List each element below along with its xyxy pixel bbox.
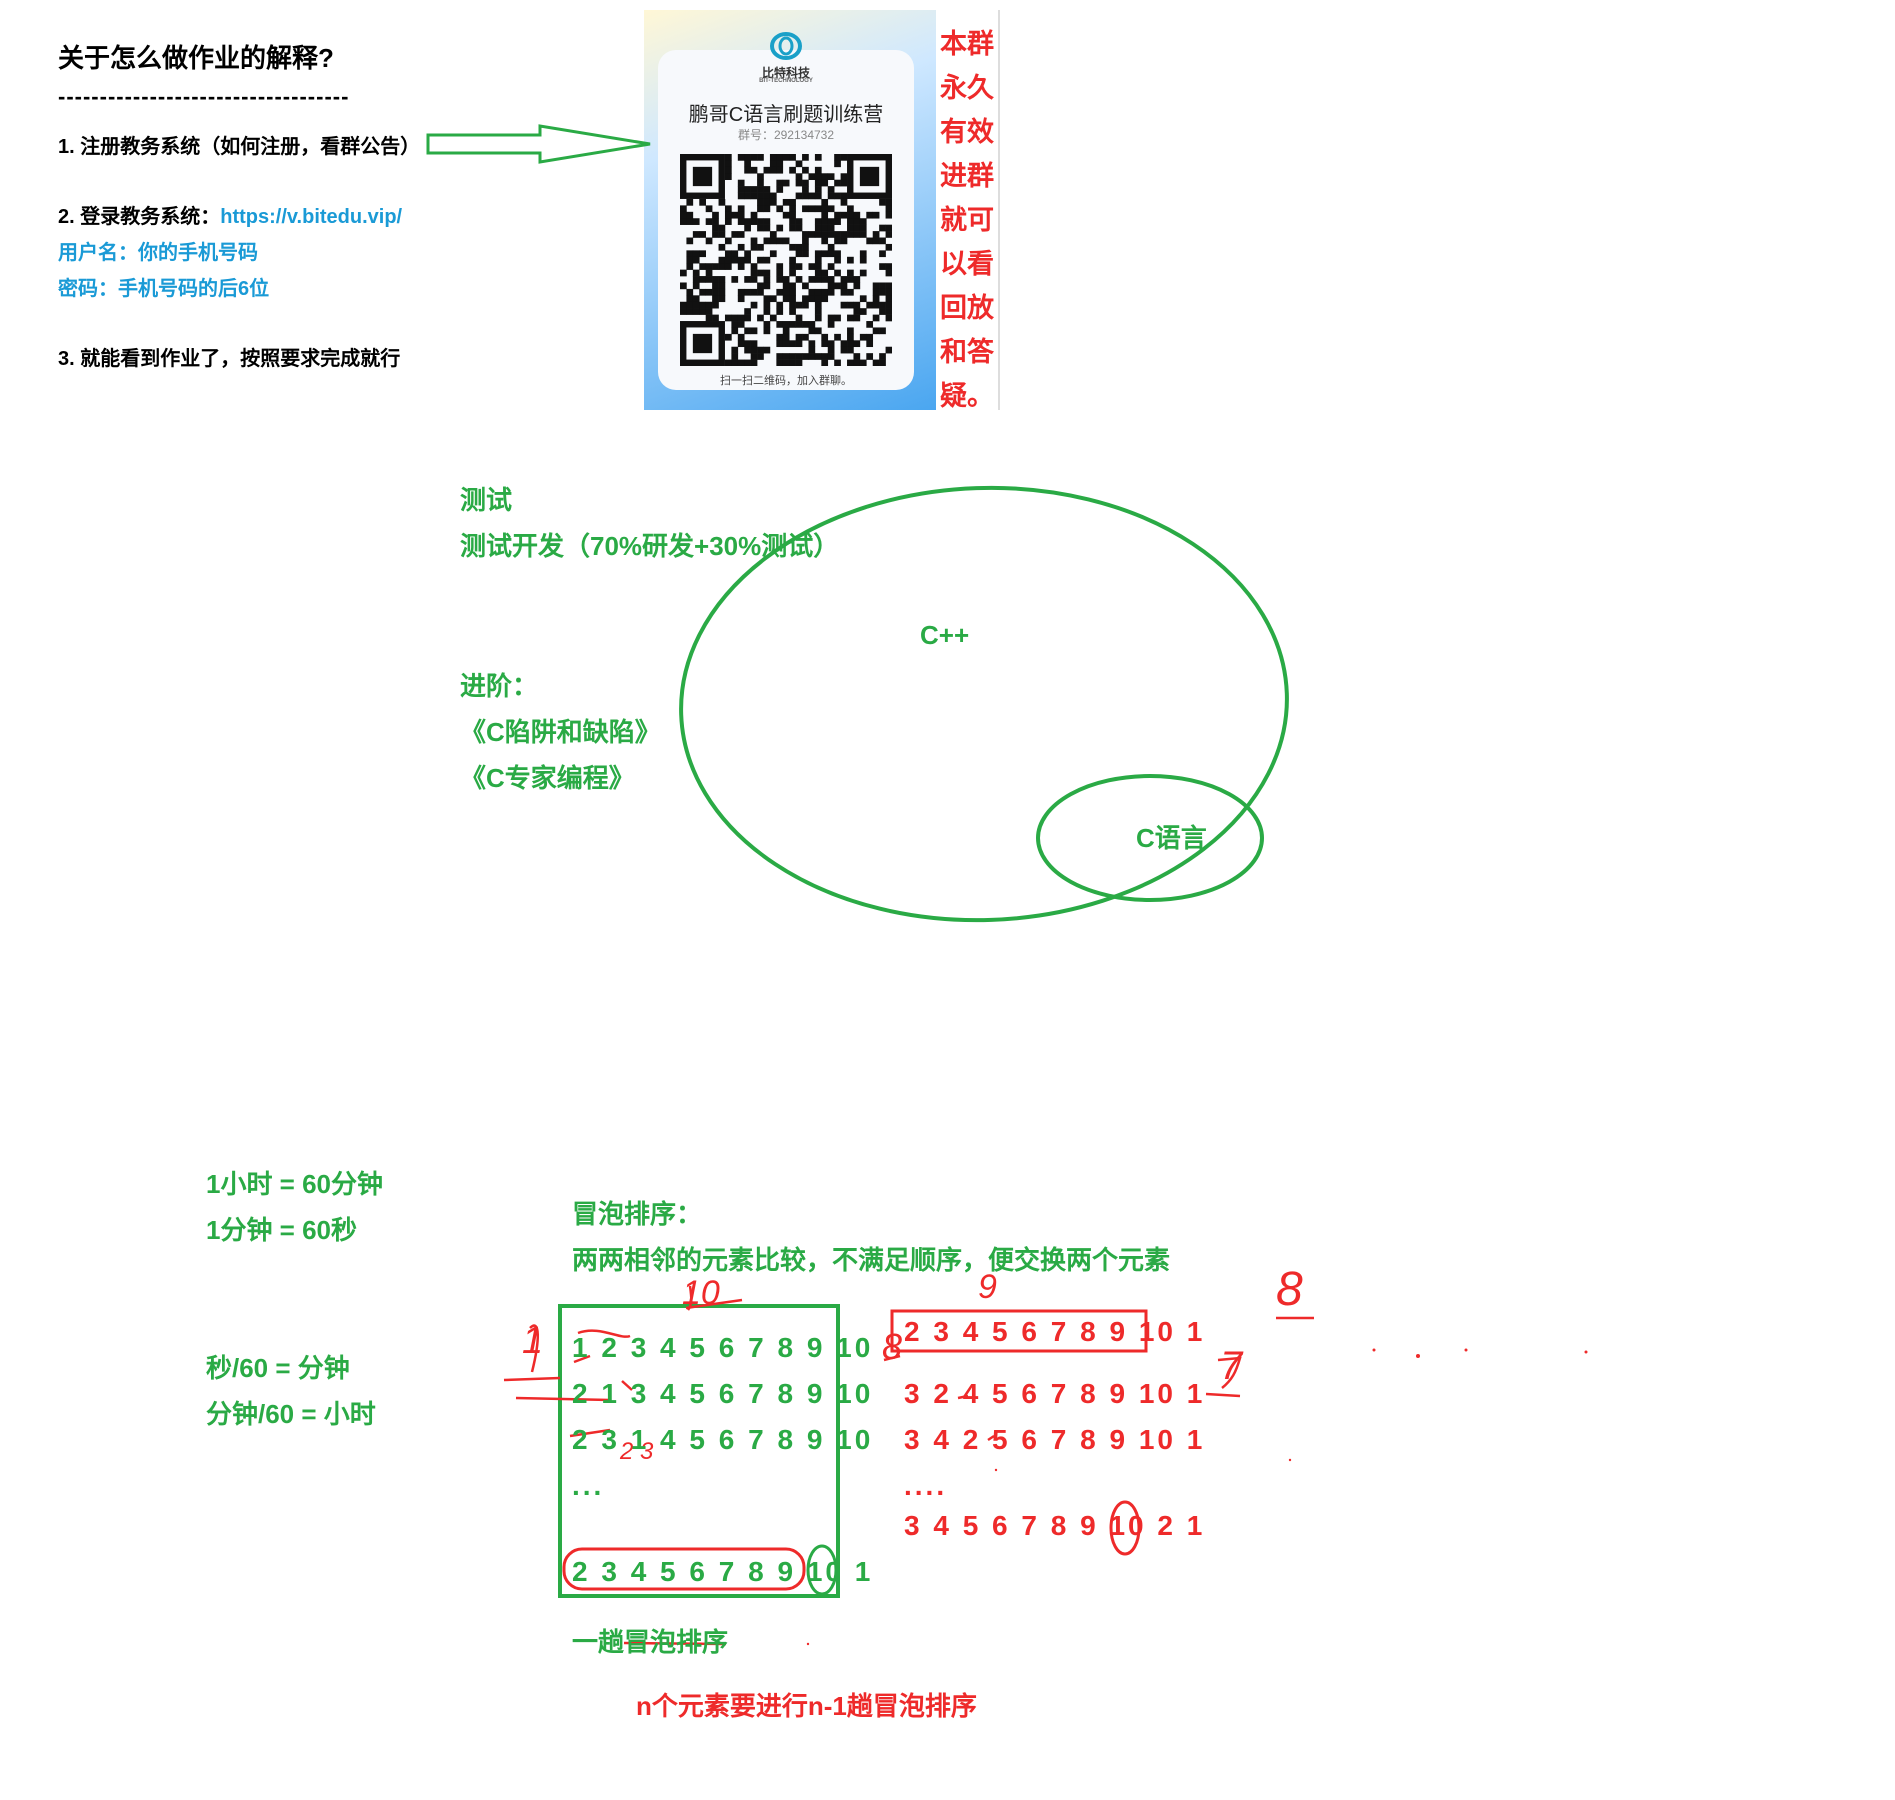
handwritten-eight: 8 — [1276, 1263, 1303, 1316]
handwritten-left-top: 10 — [682, 1274, 720, 1312]
advanced-label: 进阶： — [460, 671, 539, 701]
right-row: 3 4 2 5 6 7 8 9 10 1 — [904, 1424, 1206, 1455]
handwritten-right-side: 8 — [882, 1326, 903, 1367]
venn-outer-label: C++ — [920, 620, 970, 650]
bubble-sort-description: 两两相邻的元素比较，不满足顺序，便交换两个元素 — [572, 1245, 1171, 1275]
right-row: .... — [904, 1470, 948, 1501]
pass-label: 一趟冒泡排序 — [572, 1627, 729, 1657]
bubble-sort-heading: 冒泡排序： — [572, 1199, 703, 1229]
left-row: ... — [572, 1470, 605, 1501]
time-note-1: 1小时 = 60分钟 — [206, 1169, 384, 1199]
test-dev-label: 测试开发（70%研发+30%测试） — [460, 531, 840, 561]
left-row: 2 3 4 5 6 7 8 9 10 1 — [572, 1556, 874, 1587]
right-row: 3 4 5 6 7 8 9 10 2 1 — [904, 1510, 1206, 1541]
left-row: 2 3 1 4 5 6 7 8 9 10 — [572, 1424, 874, 1455]
left-row: 2 1 3 4 5 6 7 8 9 10 — [572, 1378, 874, 1409]
right-row: 3 2 4 5 6 7 8 9 10 1 — [904, 1378, 1206, 1409]
right-row: 2 3 4 5 6 7 8 9 10 1 — [904, 1316, 1206, 1347]
time-note-2: 1分钟 = 60秒 — [206, 1215, 358, 1245]
bubble-sort-conclusion: n个元素要进行n-1趟冒泡排序 — [636, 1691, 977, 1721]
handwritten-left-side: 1 — [522, 1320, 544, 1362]
time-note-3: 秒/60 = 分钟 — [206, 1353, 350, 1383]
venn-inner-label: C语言 — [1136, 823, 1207, 853]
book-title-1: 《C陷阱和缺陷》 — [460, 717, 661, 747]
test-label: 测试 — [460, 485, 513, 515]
handwritten-seven: 7 — [1220, 1344, 1243, 1388]
time-note-4: 分钟/60 = 小时 — [206, 1399, 376, 1429]
book-title-2: 《C专家编程》 — [460, 763, 635, 793]
hollow-arrow-icon — [426, 124, 651, 164]
left-row: 1 2 3 4 5 6 7 8 9 10 — [572, 1332, 874, 1363]
